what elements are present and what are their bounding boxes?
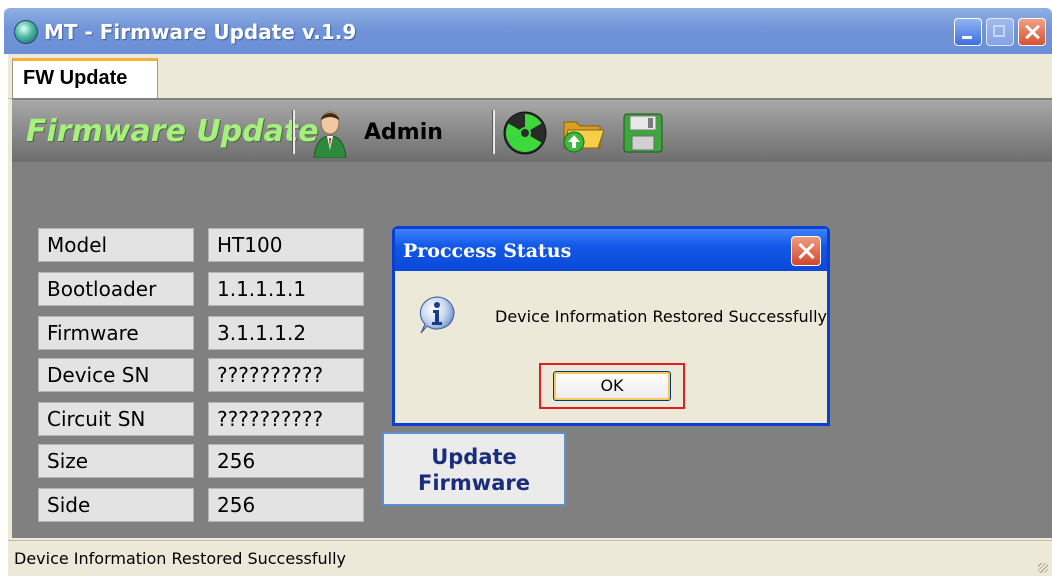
close-icon[interactable]	[791, 236, 821, 266]
dialog-message: Device Information Restored Successfully	[495, 307, 827, 326]
app-window: MT - Firmware Update v.1.9 FW Update Fir…	[0, 0, 1052, 576]
resize-grip[interactable]	[1038, 563, 1048, 573]
update-button-line2: Firmware	[418, 471, 530, 495]
value-bootloader: 1.1.1.1.1	[208, 272, 364, 306]
open-folder-icon[interactable]	[560, 110, 606, 156]
title-bar[interactable]: MT - Firmware Update v.1.9	[4, 8, 1052, 54]
value-size: 256	[208, 444, 364, 478]
user-icon	[313, 111, 347, 158]
minimize-button[interactable]	[954, 18, 982, 46]
window-title: MT - Firmware Update v.1.9	[44, 20, 357, 44]
close-window-button[interactable]	[1018, 18, 1046, 46]
divider	[292, 110, 295, 154]
status-text: Device Information Restored Successfully	[14, 549, 346, 568]
value-side: 256	[208, 488, 364, 522]
value-firmware: 3.1.1.1.2	[208, 316, 364, 350]
dialog-title-bar[interactable]: Proccess Status	[395, 229, 827, 271]
label-side: Side	[38, 488, 194, 522]
label-device-sn: Device SN	[38, 358, 194, 392]
update-button-line1: Update	[431, 445, 517, 469]
label-size: Size	[38, 444, 194, 478]
tab-strip: FW Update	[8, 54, 1052, 99]
maximize-button[interactable]	[986, 18, 1014, 46]
label-bootloader: Bootloader	[38, 272, 194, 306]
label-circuit-sn: Circuit SN	[38, 402, 194, 436]
label-firmware: Firmware	[38, 316, 194, 350]
header-strip: Firmware Update Admin	[12, 100, 1052, 162]
page-title: Firmware Update	[26, 114, 319, 149]
radiation-icon[interactable]	[502, 110, 548, 156]
process-status-dialog: Proccess Status Device Information Resto…	[392, 226, 830, 426]
tab-label: FW Update	[23, 67, 128, 89]
value-model: HT100	[208, 228, 364, 262]
save-icon[interactable]	[620, 110, 666, 156]
app-icon[interactable]	[14, 20, 38, 44]
label-model: Model	[38, 228, 194, 262]
ok-button[interactable]: OK	[553, 371, 671, 401]
dialog-title: Proccess Status	[403, 240, 572, 262]
info-icon	[419, 296, 455, 334]
status-bar: Device Information Restored Successfully	[8, 540, 1052, 576]
update-firmware-button[interactable]: Update Firmware	[382, 432, 566, 506]
user-name: Admin	[364, 120, 443, 145]
divider	[492, 110, 495, 154]
value-circuit-sn: ??????????	[208, 402, 364, 436]
tab-fw-update[interactable]: FW Update	[12, 58, 158, 98]
value-device-sn: ??????????	[208, 358, 364, 392]
